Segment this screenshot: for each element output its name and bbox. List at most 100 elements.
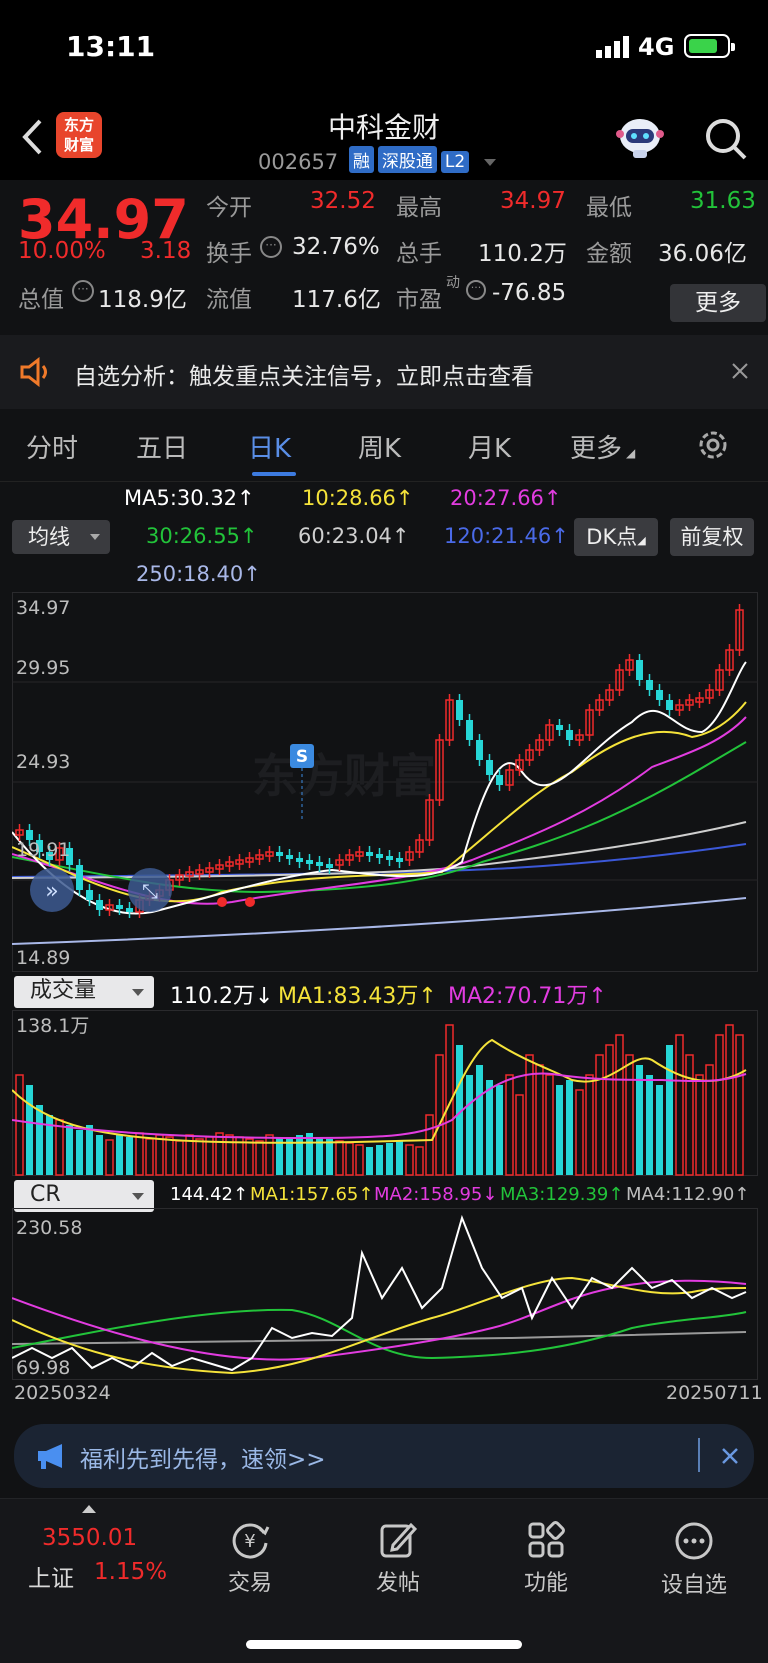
caret-up-icon bbox=[82, 1505, 96, 1513]
index-change-pct: 1.15% bbox=[94, 1559, 168, 1585]
volume-bar bbox=[215, 1132, 224, 1176]
dk-point-label: DK点 bbox=[586, 525, 638, 549]
change-pct: 10.00% bbox=[18, 238, 106, 264]
candlestick-chart[interactable]: 东方财富 S » ⤡ 34.97 29.95 24.93 19.91 14.89 bbox=[12, 592, 758, 972]
ma10-value: 10:28.66↑ bbox=[302, 486, 414, 510]
volume-bar bbox=[595, 1054, 604, 1176]
volume-bar bbox=[66, 1125, 73, 1175]
volume-bar bbox=[656, 1085, 663, 1175]
bottom-nav: 3550.01 上证 1.15% ¥ 交易 发帖 功能 设自选 bbox=[0, 1498, 768, 1663]
tab-weekly-k[interactable]: 周K bbox=[358, 428, 401, 465]
mcap-label: 总值 bbox=[18, 287, 64, 313]
nav-features[interactable]: 功能 bbox=[496, 1521, 596, 1597]
caret-icon: ◢ bbox=[637, 534, 646, 547]
candle-body bbox=[316, 862, 323, 866]
dk-point-button[interactable]: DK点◢ bbox=[574, 518, 658, 556]
cr-ma3: MA3:129.39↑ bbox=[500, 1184, 624, 1205]
close-icon[interactable] bbox=[720, 1446, 740, 1466]
high-label: 最高 bbox=[396, 195, 442, 221]
sell-signal-letter: S bbox=[296, 747, 308, 767]
volume-indicator-selector[interactable]: 成交量 bbox=[14, 976, 154, 1008]
volume-chart[interactable]: 138.1万 bbox=[12, 1010, 758, 1176]
volume-bar bbox=[695, 1074, 704, 1176]
open-label: 今开 bbox=[206, 195, 252, 221]
nav-trade[interactable]: ¥ 交易 bbox=[200, 1521, 300, 1597]
tab-intraday[interactable]: 分时 bbox=[26, 428, 78, 465]
volume-bar bbox=[666, 1045, 673, 1175]
volume-bar bbox=[386, 1143, 393, 1175]
candle-body bbox=[376, 854, 383, 858]
ma20-value: 20:27.66↑ bbox=[450, 486, 562, 510]
volume-bar bbox=[575, 1089, 584, 1176]
search-icon[interactable] bbox=[703, 116, 749, 162]
robot-assistant-icon[interactable] bbox=[616, 114, 664, 160]
volume-bar bbox=[296, 1135, 303, 1175]
volume-bar bbox=[286, 1139, 293, 1175]
edit-post-icon bbox=[380, 1522, 417, 1558]
float-label: 流值 bbox=[206, 287, 252, 313]
promo-banner[interactable]: 福利先到先得，速领>> bbox=[14, 1424, 754, 1488]
candle-body bbox=[366, 852, 373, 856]
amount-value: 36.06亿 bbox=[658, 241, 747, 267]
volume-bar bbox=[245, 1138, 254, 1176]
volume-bar bbox=[615, 1034, 624, 1176]
candle-body bbox=[466, 720, 473, 740]
tab-five-day[interactable]: 五日 bbox=[136, 428, 188, 465]
close-icon[interactable] bbox=[730, 361, 750, 381]
nav-post[interactable]: 发帖 bbox=[348, 1521, 448, 1597]
resize-arrows-icon: ⤡ bbox=[142, 879, 158, 903]
stock-code-row[interactable]: 002657 融深股通 L2 bbox=[258, 146, 496, 174]
volume-bar bbox=[255, 1140, 264, 1176]
index-value[interactable]: 3550.01 bbox=[42, 1525, 137, 1551]
volume-bar bbox=[355, 1144, 364, 1176]
nav-watchlist-label: 设自选 bbox=[660, 1573, 727, 1598]
volume-bar bbox=[335, 1140, 344, 1176]
volume-bar bbox=[105, 1139, 114, 1176]
volume-bar bbox=[145, 1138, 154, 1176]
tab-monthly-k[interactable]: 月K bbox=[468, 428, 511, 465]
info-icon[interactable]: ··· bbox=[260, 236, 282, 258]
volume-bars bbox=[15, 1024, 744, 1176]
index-name[interactable]: 上证 bbox=[28, 1559, 74, 1593]
candle-body bbox=[666, 700, 673, 710]
ma250-value: 250:18.40↑ bbox=[136, 562, 261, 586]
home-indicator bbox=[246, 1640, 522, 1649]
cr-indicator-chart[interactable]: 230.58 69.98 bbox=[12, 1208, 758, 1380]
volume-bar bbox=[26, 1085, 33, 1175]
adjust-button[interactable]: 前复权 bbox=[670, 518, 754, 556]
ma250-line bbox=[12, 897, 747, 945]
volume-bar bbox=[605, 1044, 614, 1176]
chevron-down-icon bbox=[90, 534, 100, 540]
candle-body bbox=[656, 690, 663, 700]
more-button[interactable]: 更多 bbox=[670, 284, 766, 322]
candle-body bbox=[486, 760, 493, 775]
nav-add-watchlist[interactable]: 设自选 bbox=[644, 1521, 744, 1599]
info-icon[interactable]: ··· bbox=[72, 280, 94, 302]
tab-daily-k[interactable]: 日K bbox=[248, 428, 291, 465]
settings-gear-icon[interactable] bbox=[696, 428, 730, 462]
tab-more-label: 更多 bbox=[570, 434, 623, 464]
volume-bar bbox=[345, 1142, 354, 1176]
volume-bar bbox=[566, 1080, 573, 1175]
volume-bar bbox=[15, 1074, 24, 1176]
candle-body bbox=[566, 730, 573, 740]
date-start: 20250324 bbox=[14, 1382, 111, 1404]
status-time: 13:11 bbox=[66, 30, 156, 63]
pe-dynamic-sup: 动 bbox=[446, 275, 460, 291]
active-tab-indicator bbox=[252, 472, 296, 476]
tag-margin: 融 bbox=[348, 146, 374, 173]
ma-selector[interactable]: 均线 bbox=[12, 520, 110, 554]
tab-more[interactable]: 更多 ◢ bbox=[570, 428, 635, 465]
volume-bar bbox=[636, 1065, 643, 1175]
candle-body bbox=[456, 700, 463, 720]
candle-body bbox=[476, 740, 483, 760]
notice-bar[interactable]: 自选分析：触发重点关注信号，立即点击查看 bbox=[0, 335, 768, 409]
volume-bar bbox=[76, 1130, 83, 1175]
volume-bar bbox=[126, 1137, 133, 1175]
volume-bar bbox=[116, 1135, 123, 1175]
volume-selector-label: 成交量 bbox=[30, 978, 97, 1003]
candle-body bbox=[496, 775, 503, 785]
candle-body bbox=[296, 858, 303, 862]
info-icon[interactable]: ··· bbox=[466, 280, 486, 300]
volume-bar bbox=[535, 1064, 544, 1176]
